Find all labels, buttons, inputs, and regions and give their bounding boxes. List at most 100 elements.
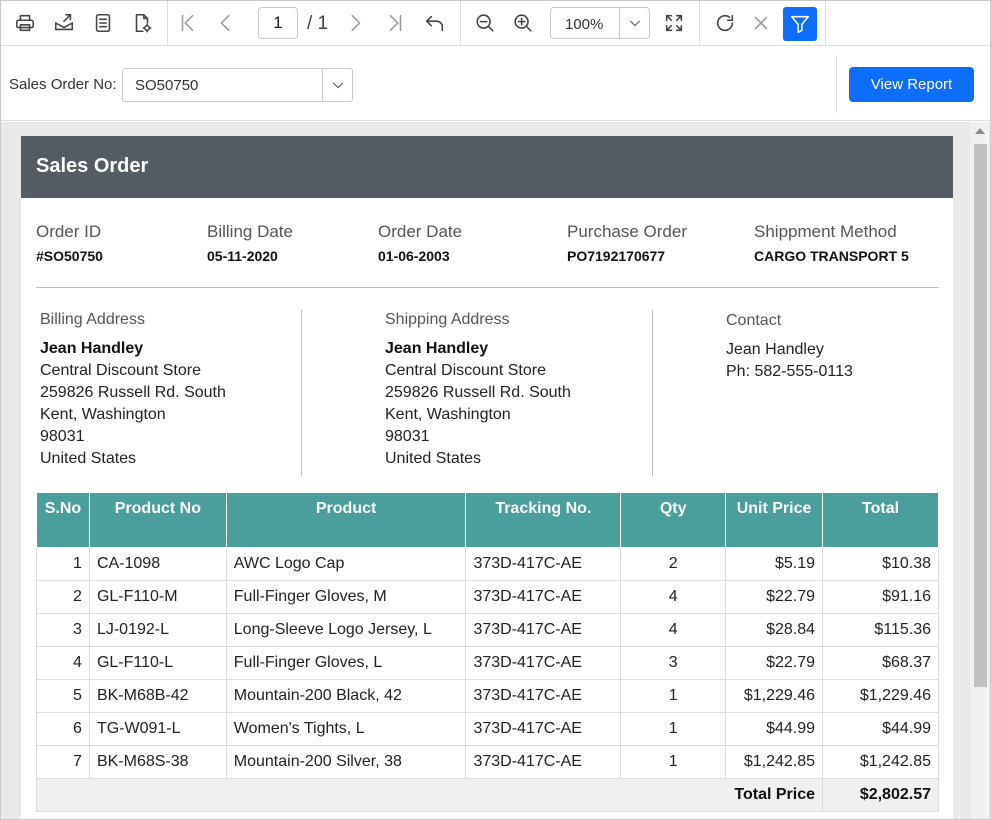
scroll-up-icon[interactable] xyxy=(975,128,985,134)
refresh-icon[interactable] xyxy=(709,7,741,39)
column-header: Unit Price xyxy=(725,493,824,548)
column-header: S.No xyxy=(36,493,90,548)
table-cell: 373D-417C-AE xyxy=(465,678,622,713)
parameter-bar: Sales Order No: SO50750 View Report xyxy=(1,47,990,121)
chevron-down-icon[interactable] xyxy=(322,69,352,101)
toolbar: / 1 100% xyxy=(1,1,990,46)
order-items-table: S.No Product No Product Tracking No. Qty… xyxy=(35,493,939,812)
shipping-address-label: Shipping Address xyxy=(385,311,510,328)
undo-icon[interactable] xyxy=(419,7,451,39)
table-cell: $5.19 xyxy=(725,546,824,581)
table-row: 2 GL-F110-M Full-Finger Gloves, M 373D-4… xyxy=(36,579,939,614)
table-cell: TG-W091-L xyxy=(88,711,227,746)
close-icon[interactable] xyxy=(745,7,777,39)
order-date-value: 01-06-2003 xyxy=(378,248,450,264)
table-cell: 4 xyxy=(620,579,727,614)
table-cell: 2 xyxy=(36,579,90,614)
document-icon[interactable] xyxy=(87,7,119,39)
contact-name: Jean Handley xyxy=(726,341,824,358)
shipping-country: United States xyxy=(385,450,482,467)
table-cell: 373D-417C-AE xyxy=(465,612,622,647)
table-cell: $28.84 xyxy=(725,612,824,647)
scrollbar-thumb[interactable] xyxy=(974,144,987,687)
purchase-order-label: Purchase Order xyxy=(567,222,687,241)
billing-zip: 98031 xyxy=(40,428,85,445)
print-icon[interactable] xyxy=(9,7,41,39)
chevron-down-icon[interactable] xyxy=(619,8,649,38)
table-row: 4 GL-F110-L Full-Finger Gloves, L 373D-4… xyxy=(36,645,939,680)
total-price-label: Total Price xyxy=(35,777,824,812)
table-row: 7 BK-M68S-38 Mountain-200 Silver, 38 373… xyxy=(36,744,939,779)
shipment-method-label: Shippment Method xyxy=(754,222,897,241)
zoom-select[interactable]: 100% xyxy=(550,7,650,39)
vertical-scrollbar[interactable] xyxy=(970,122,990,819)
sales-order-select[interactable]: SO50750 xyxy=(122,68,353,102)
billing-address-label: Billing Address xyxy=(40,311,145,328)
table-row: 5 BK-M68B-42 Mountain-200 Black, 42 373D… xyxy=(36,678,939,713)
filter-icon[interactable] xyxy=(783,7,817,41)
previous-page-icon[interactable] xyxy=(210,7,242,39)
column-header: Product xyxy=(225,493,467,548)
column-header: Product No xyxy=(88,493,227,548)
page-number-input[interactable] xyxy=(258,7,298,39)
first-page-icon[interactable] xyxy=(172,7,204,39)
billing-address: Jean Handley Central Discount Store 2598… xyxy=(40,338,226,470)
table-cell: Full-Finger Gloves, M xyxy=(225,579,467,614)
table-cell: 1 xyxy=(36,546,90,581)
page-setup-icon[interactable] xyxy=(126,7,158,39)
table-cell: 3 xyxy=(36,612,90,647)
column-header: Qty xyxy=(620,493,727,548)
next-page-icon[interactable] xyxy=(339,7,371,39)
shipping-address: Jean Handley Central Discount Store 2598… xyxy=(385,338,571,470)
table-cell: $44.99 xyxy=(725,711,824,746)
contact-info: Jean Handley Ph: 582-555-0113 xyxy=(726,339,853,383)
order-id-value: #SO50750 xyxy=(36,248,103,264)
table-cell: $1,229.46 xyxy=(725,678,824,713)
shipping-street: 259826 Russell Rd. South xyxy=(385,384,571,401)
total-row: Total Price $2,802.57 xyxy=(35,777,939,812)
table-cell: Mountain-200 Black, 42 xyxy=(225,678,467,713)
contact-phone: Ph: 582-555-0113 xyxy=(726,363,853,380)
table-cell: $91.16 xyxy=(822,579,939,614)
report-canvas: Sales Order Order ID #SO50750 Billing Da… xyxy=(1,122,990,819)
last-page-icon[interactable] xyxy=(379,7,411,39)
divider xyxy=(301,310,302,476)
table-cell: 1 xyxy=(620,744,727,779)
zoom-in-icon[interactable] xyxy=(507,7,539,39)
fit-page-icon[interactable] xyxy=(658,7,690,39)
table-cell: GL-F110-L xyxy=(88,645,227,680)
table-cell: 373D-417C-AE xyxy=(465,579,622,614)
table-cell: Full-Finger Gloves, L xyxy=(225,645,467,680)
table-cell: 373D-417C-AE xyxy=(465,744,622,779)
contact-label: Contact xyxy=(726,312,782,329)
total-price-value: $2,802.57 xyxy=(822,777,939,812)
view-report-button[interactable]: View Report xyxy=(849,67,974,102)
table-cell: 373D-417C-AE xyxy=(465,546,622,581)
table-cell: AWC Logo Cap xyxy=(225,546,467,581)
order-id-label: Order ID xyxy=(36,222,102,241)
billing-date-label: Billing Date xyxy=(207,222,293,241)
table-row: 6 TG-W091-L Women's Tights, L 373D-417C-… xyxy=(36,711,939,746)
table-cell: Long-Sleeve Logo Jersey, L xyxy=(225,612,467,647)
table-cell: Women's Tights, L xyxy=(225,711,467,746)
table-cell: 4 xyxy=(620,612,727,647)
table-row: 3 LJ-0192-L Long-Sleeve Logo Jersey, L 3… xyxy=(36,612,939,647)
shipping-name: Jean Handley xyxy=(385,340,489,357)
purchase-order-value: PO7192170677 xyxy=(567,248,666,264)
divider xyxy=(652,310,653,476)
zoom-value: 100% xyxy=(565,16,604,33)
table-cell: 2 xyxy=(620,546,727,581)
table-cell: $22.79 xyxy=(725,645,824,680)
sales-order-value: SO50750 xyxy=(135,77,199,94)
export-icon[interactable] xyxy=(48,7,80,39)
report-page: Sales Order Order ID #SO50750 Billing Da… xyxy=(21,136,953,819)
page-total: / 1 xyxy=(307,13,329,34)
table-cell: 373D-417C-AE xyxy=(465,711,622,746)
column-header: Total xyxy=(822,493,939,548)
report-header: Sales Order xyxy=(21,136,953,198)
table-cell: $22.79 xyxy=(725,579,824,614)
table-cell: 6 xyxy=(36,711,90,746)
shipment-method-value: CARGO TRANSPORT 5 xyxy=(754,248,909,264)
billing-name: Jean Handley xyxy=(40,340,144,357)
zoom-out-icon[interactable] xyxy=(469,7,501,39)
